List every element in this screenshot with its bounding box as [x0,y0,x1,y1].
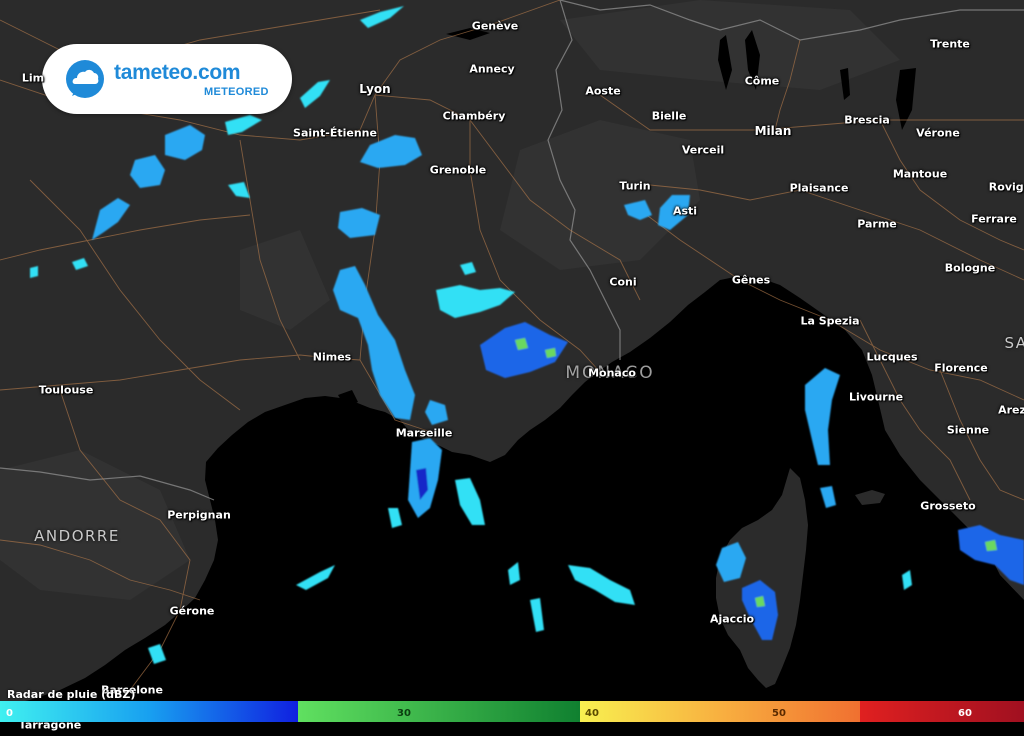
city-label-trente: Trente [930,37,970,51]
tameteo-logo[interactable]: tameteo.com METEORED [42,44,292,114]
city-label-lyon: Lyon [359,82,391,96]
city-label-ajaccio: Ajaccio [709,612,755,626]
city-label-coni: Coni [609,275,637,289]
city-label-monaco: Monaco [588,366,636,380]
legend-title: Radar de pluie (dBZ) [7,688,136,701]
city-label-parme: Parme [857,217,897,231]
echo [30,266,38,278]
city-label-marseille: Marseille [395,426,453,440]
city-label-plaisance: Plaisance [789,181,849,195]
city-label-bielle: Bielle [651,109,687,123]
city-label-ferrare: Ferrare [971,212,1017,226]
city-label-geneve: Genève [471,19,519,33]
city-label-gerone: Gérone [169,604,215,618]
city-label-sienne: Sienne [946,423,990,437]
country-label-andorre: ANDORRE [34,527,120,545]
city-label-bologne: Bologne [944,261,996,275]
city-label-la-spezia: La Spezia [800,314,860,328]
brand-subtitle: METEORED [204,86,269,98]
legend-tick-0: 0 [6,708,13,719]
city-label-nimes: Nimes [312,350,352,364]
city-label-turin: Turin [619,179,651,193]
city-label-annecy: Annecy [469,62,515,76]
legend-tick-50: 50 [772,708,786,719]
city-label-mantoue: Mantoue [892,167,948,181]
city-label-grosseto: Grosseto [920,499,976,513]
city-label-milan: Milan [754,124,792,138]
city-label-toulouse: Toulouse [38,383,94,397]
city-label-perpignan: Perpignan [167,508,231,522]
city-label-verone: Vérone [916,126,960,140]
city-label-saint-etienne: Saint-Étienne [293,126,377,140]
legend-tick-60: 60 [958,708,972,719]
legend-tick-40: 40 [585,708,599,719]
city-label-brescia: Brescia [844,113,890,127]
city-label-florence: Florence [934,361,988,375]
city-label-lim: Lim [21,71,45,85]
city-label-genes: Gênes [731,273,771,287]
city-label-verceil: Verceil [681,143,725,157]
city-label-lucques: Lucques [866,350,918,364]
city-label-aoste: Aoste [585,84,621,98]
country-label-san-marino: SA [1004,334,1024,352]
radar-legend-bar [0,701,1024,722]
cloud-speech-icon [66,60,104,98]
legend-band-2 [580,701,860,722]
legend-tick-30: 30 [397,708,411,719]
brand-name: tameteo.com [114,61,241,84]
city-label-grenoble: Grenoble [429,163,487,177]
legend-band-0 [0,701,298,722]
city-label-livourne: Livourne [848,390,904,404]
legend-band-3 [860,701,1024,722]
city-label-rovigo: Rovigo [988,180,1024,194]
legend-band-1 [298,701,580,722]
echo [985,540,997,551]
city-label-come: Côme [744,74,780,88]
city-label-arezzo: Arez [998,403,1024,417]
city-label-asti: Asti [672,204,698,218]
city-label-chambery: Chambéry [442,109,506,123]
